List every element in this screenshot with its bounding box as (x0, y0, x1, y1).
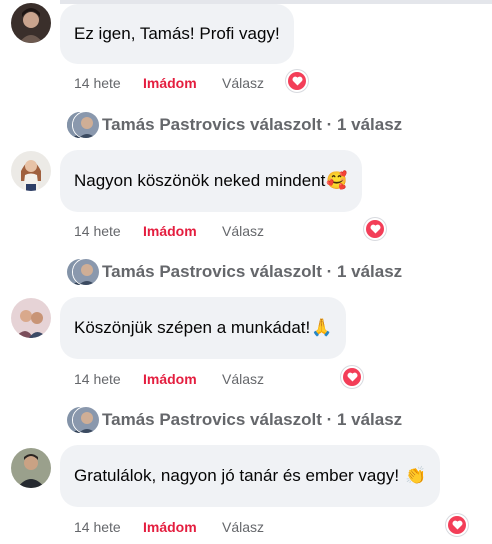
avatar[interactable] (11, 3, 51, 43)
comment-text: Gratulálok, nagyon jó tanár és ember vag… (74, 466, 400, 485)
timestamp-link[interactable]: 14 hete (74, 519, 143, 535)
smiling-hearts-emoji: 🥰 (326, 171, 348, 190)
love-button[interactable]: Imádom (143, 519, 222, 535)
heart-icon (343, 368, 361, 386)
reaction-badge[interactable] (446, 514, 468, 536)
folded-hands-emoji: 🙏 (311, 318, 333, 337)
comment-bubble: Ez igen, Tamás! Profi vagy! (60, 4, 294, 64)
comment-bubble: Gratulálok, nagyon jó tanár és ember vag… (60, 445, 441, 507)
timestamp-link[interactable]: 14 hete (74, 223, 143, 239)
reply-avatars (66, 405, 100, 435)
avatar (72, 406, 100, 434)
reply-button[interactable]: Válasz (222, 75, 264, 91)
view-replies-link[interactable]: Tamás Pastrovics válaszolt · 1 válasz (66, 257, 402, 287)
reaction-badge[interactable] (286, 70, 308, 92)
avatar[interactable] (11, 151, 51, 191)
reply-summary[interactable]: Tamás Pastrovics válaszolt · 1 válasz (102, 410, 402, 430)
comment-actions: 14 hete Imádom Válasz (74, 221, 264, 241)
avatar[interactable] (11, 448, 51, 488)
reply-button[interactable]: Válasz (222, 371, 264, 387)
avatar (72, 258, 100, 286)
comment-bubble: Nagyon köszönök neked mindent 🥰 (60, 150, 362, 212)
comment-bubble: Köszönjük szépen a munkádat! 🙏 (60, 297, 347, 359)
comment-actions: 14 hete Imádom Válasz (74, 369, 264, 389)
comment-text: Nagyon köszönök neked mindent (74, 171, 326, 190)
reply-button[interactable]: Válasz (222, 223, 264, 239)
love-button[interactable]: Imádom (143, 223, 222, 239)
love-button[interactable]: Imádom (143, 75, 222, 91)
view-replies-link[interactable]: Tamás Pastrovics válaszolt · 1 válasz (66, 110, 402, 140)
reply-button[interactable]: Válasz (222, 519, 264, 535)
heart-icon (448, 516, 466, 534)
comment-actions: 14 hete Imádom Válasz (74, 73, 264, 93)
reply-avatars (66, 257, 100, 287)
reply-summary[interactable]: Tamás Pastrovics válaszolt · 1 válasz (102, 115, 402, 135)
timestamp-link[interactable]: 14 hete (74, 75, 143, 91)
reply-summary[interactable]: Tamás Pastrovics válaszolt · 1 válasz (102, 262, 402, 282)
avatar (72, 111, 100, 139)
avatar[interactable] (11, 298, 51, 338)
comment-text: Ez igen, Tamás! Profi vagy! (74, 24, 280, 43)
reaction-badge[interactable] (341, 366, 363, 388)
reply-avatars (66, 110, 100, 140)
reaction-badge[interactable] (364, 218, 386, 240)
comment-text: Köszönjük szépen a munkádat! (74, 318, 311, 337)
heart-icon (366, 220, 384, 238)
view-replies-link[interactable]: Tamás Pastrovics válaszolt · 1 válasz (66, 405, 402, 435)
love-button[interactable]: Imádom (143, 371, 222, 387)
comment-actions: 14 hete Imádom Válasz (74, 517, 264, 537)
timestamp-link[interactable]: 14 hete (74, 371, 143, 387)
clapping-hands-emoji: 👏 (405, 466, 427, 485)
heart-icon (288, 72, 306, 90)
